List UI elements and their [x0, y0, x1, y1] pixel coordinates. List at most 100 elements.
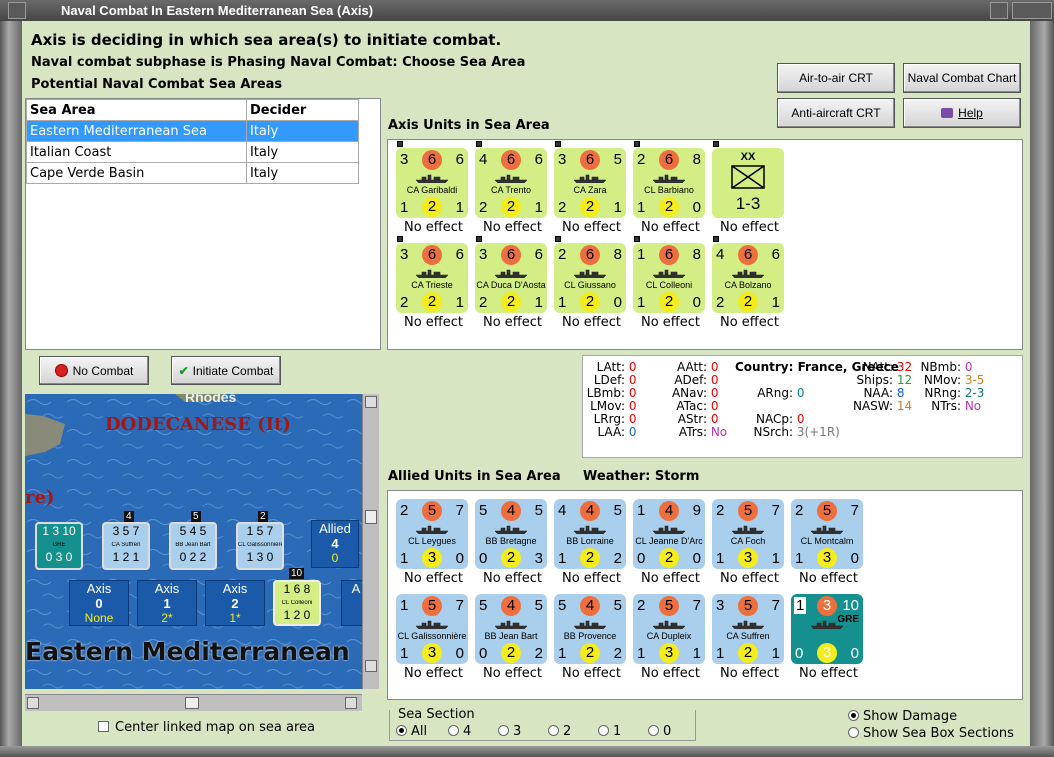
sea-section-radio-All[interactable]: All	[396, 724, 448, 739]
ship-counter[interactable]: 2 6 8 CL Barbiano 1 2 0	[633, 148, 705, 218]
ship-counter[interactable]: 2 6 8 CL Giussano 1 2 0	[554, 243, 626, 313]
show-damage-radio[interactable]: Show Damage	[848, 709, 957, 724]
country-value: France, Greece	[797, 360, 899, 374]
axis-sea-box[interactable]: Axis 1 2*	[137, 580, 197, 626]
air-to-air-crt-button[interactable]: Air-to-air CRT	[777, 63, 895, 93]
map-axis-counter[interactable]: 1 6 8 CL Colleoni 1 2 0	[273, 580, 321, 626]
combat-effect: No effect	[799, 666, 859, 681]
table-row[interactable]: Eastern Mediterranean Sea Italy	[26, 120, 359, 142]
range-value: 2	[422, 197, 442, 217]
initiate-combat-button[interactable]: ✔ Initiate Combat	[171, 356, 281, 385]
center-map-checkbox[interactable]: Center linked map on sea area	[98, 720, 315, 735]
anti-aircraft-crt-button[interactable]: Anti-aircraft CRT	[777, 98, 895, 128]
ship-counter[interactable]: 3 5 7 CA Suffren 1 2 1	[712, 594, 784, 664]
movement-value: 7	[455, 502, 464, 519]
combat-effect: No effect	[404, 666, 464, 681]
ship-counter[interactable]: 3 6 6 CA Garibaldi 1 2 1	[396, 148, 468, 218]
table-row[interactable]: Cape Verde Basin Italy	[26, 162, 359, 184]
sea-section-radio-3[interactable]: 3	[498, 724, 548, 739]
radio-unselected-icon[interactable]	[848, 727, 859, 738]
map-ship-counter[interactable]: 1 5 7 CL Galissonnière 1 3 0	[236, 522, 284, 570]
ship-counter[interactable]: 2 5 7 CL Leygues 1 3 0	[396, 499, 468, 569]
ship-counter[interactable]: 1 6 8 CL Colleoni 1 2 0	[633, 243, 705, 313]
map-vertical-scrollbar[interactable]	[362, 394, 379, 689]
show-sections-label: Show Sea Box Sections	[863, 726, 1014, 741]
ship-counter[interactable]: 1 3 10 GRE 0 3 0	[791, 594, 863, 664]
defense-value: 6	[501, 245, 521, 265]
ship-counter[interactable]: 1 4 9 CL Jeanne D'Arc 0 2 0	[633, 499, 705, 569]
show-sections-radio[interactable]: Show Sea Box Sections	[848, 726, 1014, 741]
ship-counter[interactable]: 2 5 7 CA Foch 1 3 1	[712, 499, 784, 569]
allied-box-label: Allied	[319, 521, 351, 536]
ship-counter[interactable]: 4 6 6 CA Bolzano 2 2 1	[712, 243, 784, 313]
checkbox-icon[interactable]	[98, 721, 109, 732]
attack-value: 2	[716, 502, 725, 519]
radio-selected-icon[interactable]	[848, 710, 859, 721]
no-combat-button[interactable]: No Combat	[39, 356, 149, 385]
defense-value: 6	[738, 245, 758, 265]
scroll-up-arrow-icon[interactable]	[365, 396, 377, 408]
sea-section-radio-0[interactable]: 0	[648, 724, 698, 739]
vertical-scroll-thumb[interactable]	[365, 510, 377, 524]
attack-value: 3	[558, 151, 567, 168]
sea-section-radio-1[interactable]: 1	[598, 724, 648, 739]
ship-name: CL Jeanne D'Arc	[635, 536, 703, 546]
ship-counter[interactable]: 3 6 6 CA Duca D'Aosta 2 2 1	[475, 243, 547, 313]
map-horizontal-scrollbar[interactable]	[25, 694, 362, 711]
ship-counter[interactable]: 5 4 5 BB Jean Bart 0 2 2	[475, 594, 547, 664]
combat-effect: No effect	[641, 220, 701, 235]
warship-icon	[416, 525, 448, 534]
stat-value: 8	[893, 386, 905, 400]
radio-icon[interactable]	[598, 725, 609, 736]
ship-counter[interactable]: 5 4 5 BB Provence 1 2 2	[554, 594, 626, 664]
minimize-icon[interactable]	[990, 2, 1008, 19]
corps-counter[interactable]: XX 1-3	[712, 148, 784, 218]
ship-counter[interactable]: 2 5 7 CA Dupleix 1 3 1	[633, 594, 705, 664]
sea-section-radio-4[interactable]: 4	[448, 724, 498, 739]
axis-box-value: 1	[163, 596, 171, 611]
radio-icon[interactable]	[448, 725, 459, 736]
map-ship-counter[interactable]: 5 4 5 BB Jean Bart 0 2 2	[169, 522, 217, 570]
counter-name: GRE	[52, 542, 66, 548]
ship-counter[interactable]: 1 5 7 CL Galissonnière 1 3 0	[396, 594, 468, 664]
radio-icon[interactable]	[548, 725, 559, 736]
combat-effect: No effect	[483, 571, 543, 586]
window-menu-icon[interactable]	[8, 2, 26, 19]
radio-icon[interactable]	[498, 725, 509, 736]
defense-value: 4	[659, 501, 679, 521]
scroll-down-arrow-icon[interactable]	[365, 660, 377, 672]
scroll-right-arrow-icon[interactable]	[345, 697, 357, 709]
stat-label: LRrg:	[593, 412, 625, 426]
range-value: 3	[738, 548, 758, 568]
radio-label: 2	[563, 724, 572, 739]
radio-icon[interactable]	[648, 725, 659, 736]
help-button[interactable]: Help	[903, 98, 1021, 128]
axis-sea-box-partial[interactable]: A	[341, 580, 362, 626]
table-row[interactable]: Italian Coast Italy	[26, 141, 359, 163]
naval-combat-chart-button[interactable]: Naval Combat Chart	[903, 63, 1021, 93]
axis-sea-box[interactable]: Axis 0 None	[69, 580, 129, 626]
column-sea-area[interactable]: Sea Area	[26, 99, 247, 121]
allied-sea-box[interactable]: Allied 4 0	[311, 520, 359, 568]
scroll-left-arrow-icon[interactable]	[27, 697, 39, 709]
ship-counter[interactable]: 3 6 5 CA Zara 2 2 1	[554, 148, 626, 218]
ship-counter[interactable]: 3 6 6 CA Trieste 2 2 1	[396, 243, 468, 313]
radio-icon[interactable]	[396, 725, 407, 736]
stack-marker-icon	[555, 236, 561, 242]
sea-section-radio-2[interactable]: 2	[548, 724, 598, 739]
close-icon[interactable]	[1012, 2, 1052, 19]
map-ship-counter[interactable]: 1 3 10 GRE 0 3 0	[35, 522, 83, 570]
combat-effect: No effect	[562, 315, 622, 330]
horizontal-scroll-thumb[interactable]	[185, 697, 199, 709]
window-title: Naval Combat In Eastern Mediterranean Se…	[61, 3, 374, 18]
ship-counter[interactable]: 4 6 6 CA Trento 2 2 1	[475, 148, 547, 218]
ship-counter[interactable]: 2 5 7 CL Montcalm 1 3 0	[791, 499, 863, 569]
combat-effect: No effect	[483, 666, 543, 681]
axis-box-sub: 1*	[229, 611, 241, 625]
column-decider[interactable]: Decider	[246, 99, 359, 121]
sea-map[interactable]: Rhodes DODECANESE (It) re) 1 3 10 GRE 0 3 …	[25, 394, 362, 689]
axis-sea-box[interactable]: Axis 2 1*	[205, 580, 265, 626]
ship-counter[interactable]: 5 4 5 BB Bretagne 0 2 3	[475, 499, 547, 569]
ship-counter[interactable]: 4 4 5 BB Lorraine 1 2 2	[554, 499, 626, 569]
map-ship-counter[interactable]: 3 5 7 CA Suffren 1 2 1	[102, 522, 150, 570]
